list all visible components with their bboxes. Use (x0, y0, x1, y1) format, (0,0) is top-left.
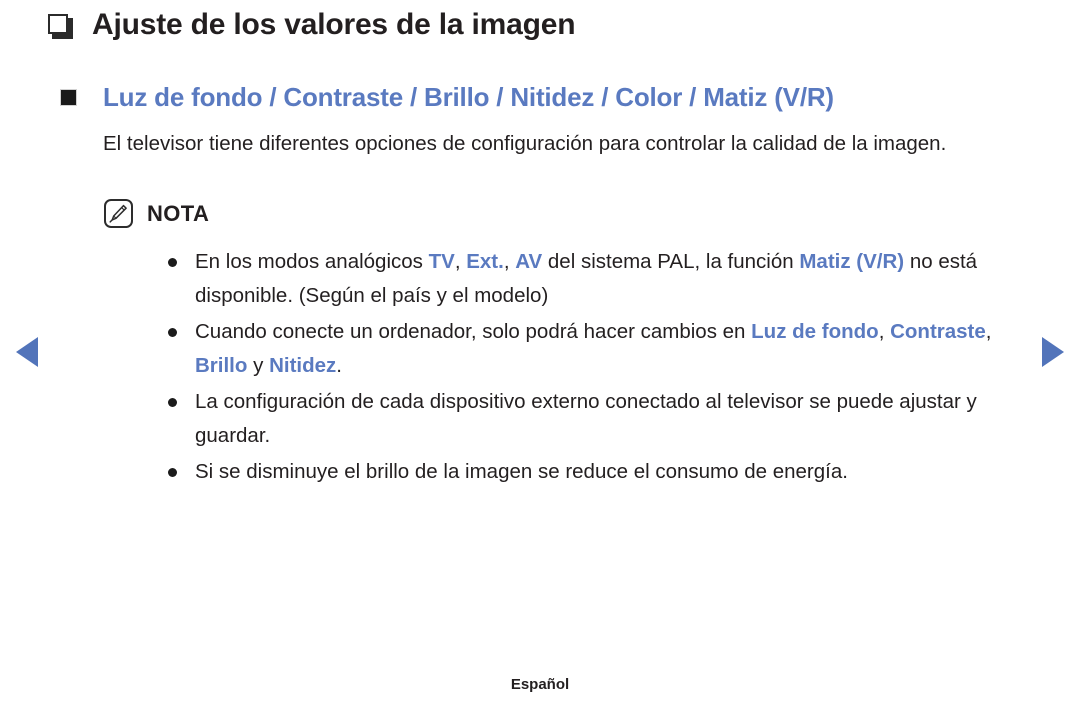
plain-text: En los modos analógicos (195, 250, 429, 273)
bullet-dot-icon (168, 468, 177, 477)
highlighted-term: Matiz (V/R) (799, 250, 905, 273)
plain-text: , (985, 320, 992, 343)
list-item-text: En los modos analógicos TV, Ext., AV del… (195, 245, 1030, 313)
note-list: En los modos analógicos TV, Ext., AV del… (168, 245, 1030, 491)
page-title: Ajuste de los valores de la imagen (92, 8, 576, 41)
manual-page: Ajuste de los valores de la imagen Luz d… (0, 0, 1080, 705)
list-item: En los modos analógicos TV, Ext., AV del… (168, 245, 1030, 313)
plain-text: Si se disminuye el brillo de la imagen s… (195, 460, 848, 483)
list-item-text: Cuando conecte un ordenador, solo podrá … (195, 315, 1030, 383)
bullet-dot-icon (168, 398, 177, 407)
highlighted-term: TV (428, 250, 455, 273)
plain-text: . (336, 354, 342, 377)
pencil-note-icon (104, 199, 133, 228)
bullet-dot-icon (168, 258, 177, 267)
plain-text: Cuando conecte un ordenador, solo podrá … (195, 320, 752, 343)
list-item: La configuración de cada dispositivo ext… (168, 385, 1030, 453)
highlighted-term: Ext. (466, 250, 504, 273)
list-item-text: La configuración de cada dispositivo ext… (195, 385, 1030, 453)
list-item: Si se disminuye el brillo de la imagen s… (168, 455, 1030, 489)
list-item-text: Si se disminuye el brillo de la imagen s… (195, 455, 1030, 489)
plain-text: , (503, 250, 516, 273)
plain-text: del sistema PAL, la función (542, 250, 800, 273)
note-header: NOTA (104, 199, 209, 228)
highlighted-term: Contraste (890, 320, 986, 343)
filled-square-bullet-icon (60, 89, 77, 106)
plain-text: , (454, 250, 467, 273)
highlighted-term: AV (515, 250, 543, 273)
bullet-dot-icon (168, 328, 177, 337)
section-heading-row: Luz de fondo / Contraste / Brillo / Niti… (60, 82, 834, 113)
arrow-left-icon[interactable] (16, 337, 38, 367)
highlighted-term: Luz de fondo (751, 320, 879, 343)
highlighted-term: Nitidez (269, 354, 337, 377)
highlighted-term: Brillo (195, 354, 248, 377)
list-item: Cuando conecte un ordenador, solo podrá … (168, 315, 1030, 383)
intro-paragraph: El televisor tiene diferentes opciones d… (103, 132, 947, 155)
plain-text: , (878, 320, 891, 343)
plain-text: La configuración de cada dispositivo ext… (195, 390, 977, 447)
section-heading: Luz de fondo / Contraste / Brillo / Niti… (103, 82, 834, 112)
note-label: NOTA (147, 200, 210, 226)
page-title-row: Ajuste de los valores de la imagen (48, 8, 576, 42)
book-icon (48, 14, 74, 40)
footer-language: Español (510, 676, 570, 693)
arrow-right-icon[interactable] (1042, 337, 1064, 367)
plain-text: y (247, 354, 270, 377)
